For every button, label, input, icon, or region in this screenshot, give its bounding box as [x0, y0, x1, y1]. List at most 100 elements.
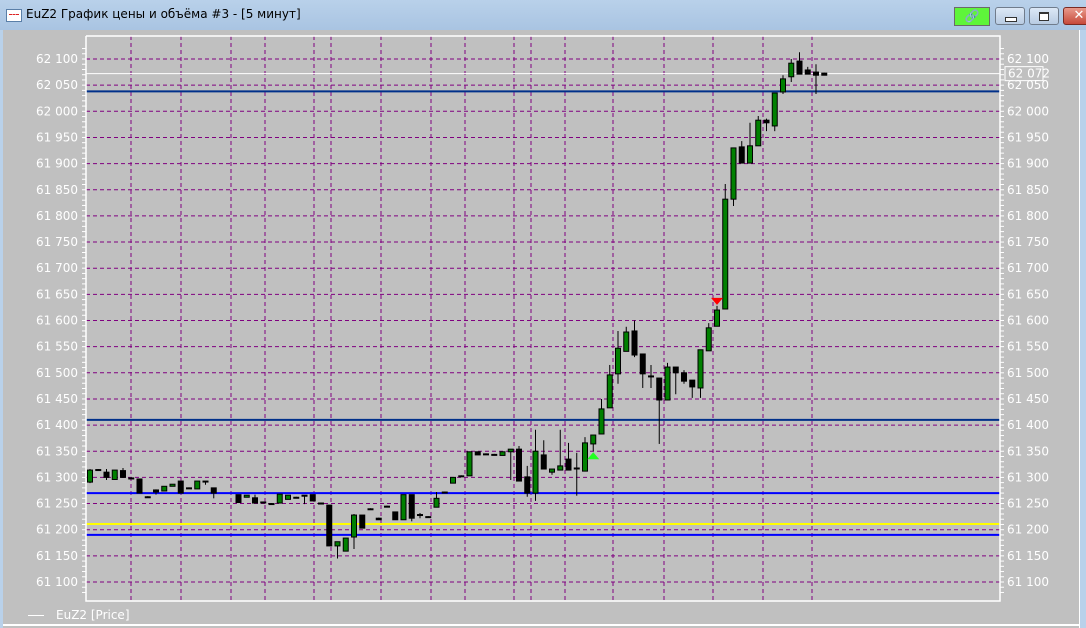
candle-body [177, 480, 184, 494]
candle [309, 494, 316, 502]
candle-body [161, 485, 168, 492]
candle [631, 320, 638, 358]
y-tick-label-right: 62 000 [1007, 104, 1049, 118]
y-tick-label-right: 61 450 [1007, 392, 1049, 406]
candle-body [606, 374, 613, 409]
candle-body [367, 508, 374, 511]
candle [243, 494, 250, 498]
candle-body [623, 331, 630, 352]
candle-body [202, 480, 209, 483]
candle [276, 493, 283, 504]
candle [582, 437, 588, 472]
candle-body [804, 69, 811, 75]
y-tick-label-left: 61 900 [36, 157, 78, 171]
candle [573, 452, 580, 496]
y-tick-label-right: 61 650 [1007, 287, 1049, 301]
y-tick-label-right: 61 750 [1007, 235, 1049, 249]
candle [318, 502, 324, 505]
candle-body [351, 514, 357, 538]
y-tick-label-right: 61 950 [1007, 130, 1049, 144]
candle-body [120, 470, 126, 478]
candle [738, 141, 745, 164]
y-tick-label-left: 61 150 [36, 549, 78, 563]
candle [672, 366, 679, 395]
candle [656, 377, 663, 444]
candle [458, 475, 465, 478]
current-price-label: 62 072 [1008, 67, 1050, 81]
candle [821, 72, 828, 76]
candle-body [681, 372, 687, 382]
candle-body [796, 60, 803, 75]
candle-body [780, 78, 786, 93]
candle [87, 469, 93, 484]
candle [375, 517, 382, 521]
candle [763, 118, 770, 132]
candle-body [260, 501, 267, 504]
candle [136, 478, 143, 494]
candle-body [722, 198, 729, 310]
candle [499, 451, 506, 456]
candle-body [285, 494, 291, 500]
candle-body [318, 502, 324, 505]
y-tick-label-left: 61 700 [36, 261, 78, 275]
candle-body [747, 145, 753, 164]
candle [466, 451, 473, 477]
y-tick-label-left: 61 550 [36, 340, 78, 354]
y-tick-label-left: 61 600 [36, 314, 78, 328]
y-tick-label-left: 61 100 [36, 575, 78, 589]
y-tick-label-right: 62 100 [1007, 52, 1049, 66]
candle [549, 468, 555, 475]
candle [169, 483, 176, 487]
candle-body [128, 477, 135, 480]
candle [120, 467, 126, 478]
candle [441, 491, 448, 494]
y-tick-label-right: 61 900 [1007, 157, 1049, 171]
candle [425, 516, 432, 519]
candle [268, 503, 275, 506]
candle [598, 398, 605, 435]
candle [400, 494, 407, 521]
candle-body [788, 62, 795, 78]
candle-body [359, 514, 366, 529]
candle-body [375, 517, 382, 521]
candle [144, 496, 151, 499]
candle-body [268, 503, 275, 506]
candle [293, 496, 300, 499]
candle [392, 511, 399, 521]
candle [648, 364, 654, 388]
y-tick-label-right: 61 400 [1007, 418, 1049, 432]
candle-body [408, 494, 415, 519]
candle-body [301, 494, 308, 497]
candle-body [276, 493, 283, 504]
candle [524, 465, 531, 497]
candle-body [499, 451, 506, 456]
y-tick-label-right: 61 100 [1007, 575, 1049, 589]
candle [557, 429, 564, 471]
price-chart[interactable]: 62 100 62 10062 050 62 05062 000 62 00061 9… [0, 0, 1086, 628]
candle [128, 477, 135, 480]
candle-body [186, 487, 192, 490]
plot-border [85, 35, 1001, 602]
y-tick-label-left: 61 650 [36, 287, 78, 301]
candle-body [87, 469, 93, 483]
candle [491, 453, 498, 456]
candle [326, 504, 333, 547]
candle [301, 494, 308, 505]
candle-body [524, 476, 531, 494]
candle-body [557, 465, 564, 471]
candle-body [615, 347, 621, 375]
candle [540, 440, 547, 470]
candle [788, 59, 795, 83]
candle-body [433, 497, 440, 508]
candle-body [384, 505, 390, 508]
candle-body [392, 511, 399, 521]
candle [780, 75, 786, 95]
legend-item[interactable]: EuZ2 [Price] [28, 608, 130, 622]
candle [730, 147, 737, 206]
candle [804, 66, 811, 75]
candle [639, 353, 646, 388]
y-tick-label-right: 61 200 [1007, 523, 1049, 537]
candle [351, 514, 357, 550]
candle-body [400, 494, 407, 521]
candle-body [532, 450, 539, 494]
